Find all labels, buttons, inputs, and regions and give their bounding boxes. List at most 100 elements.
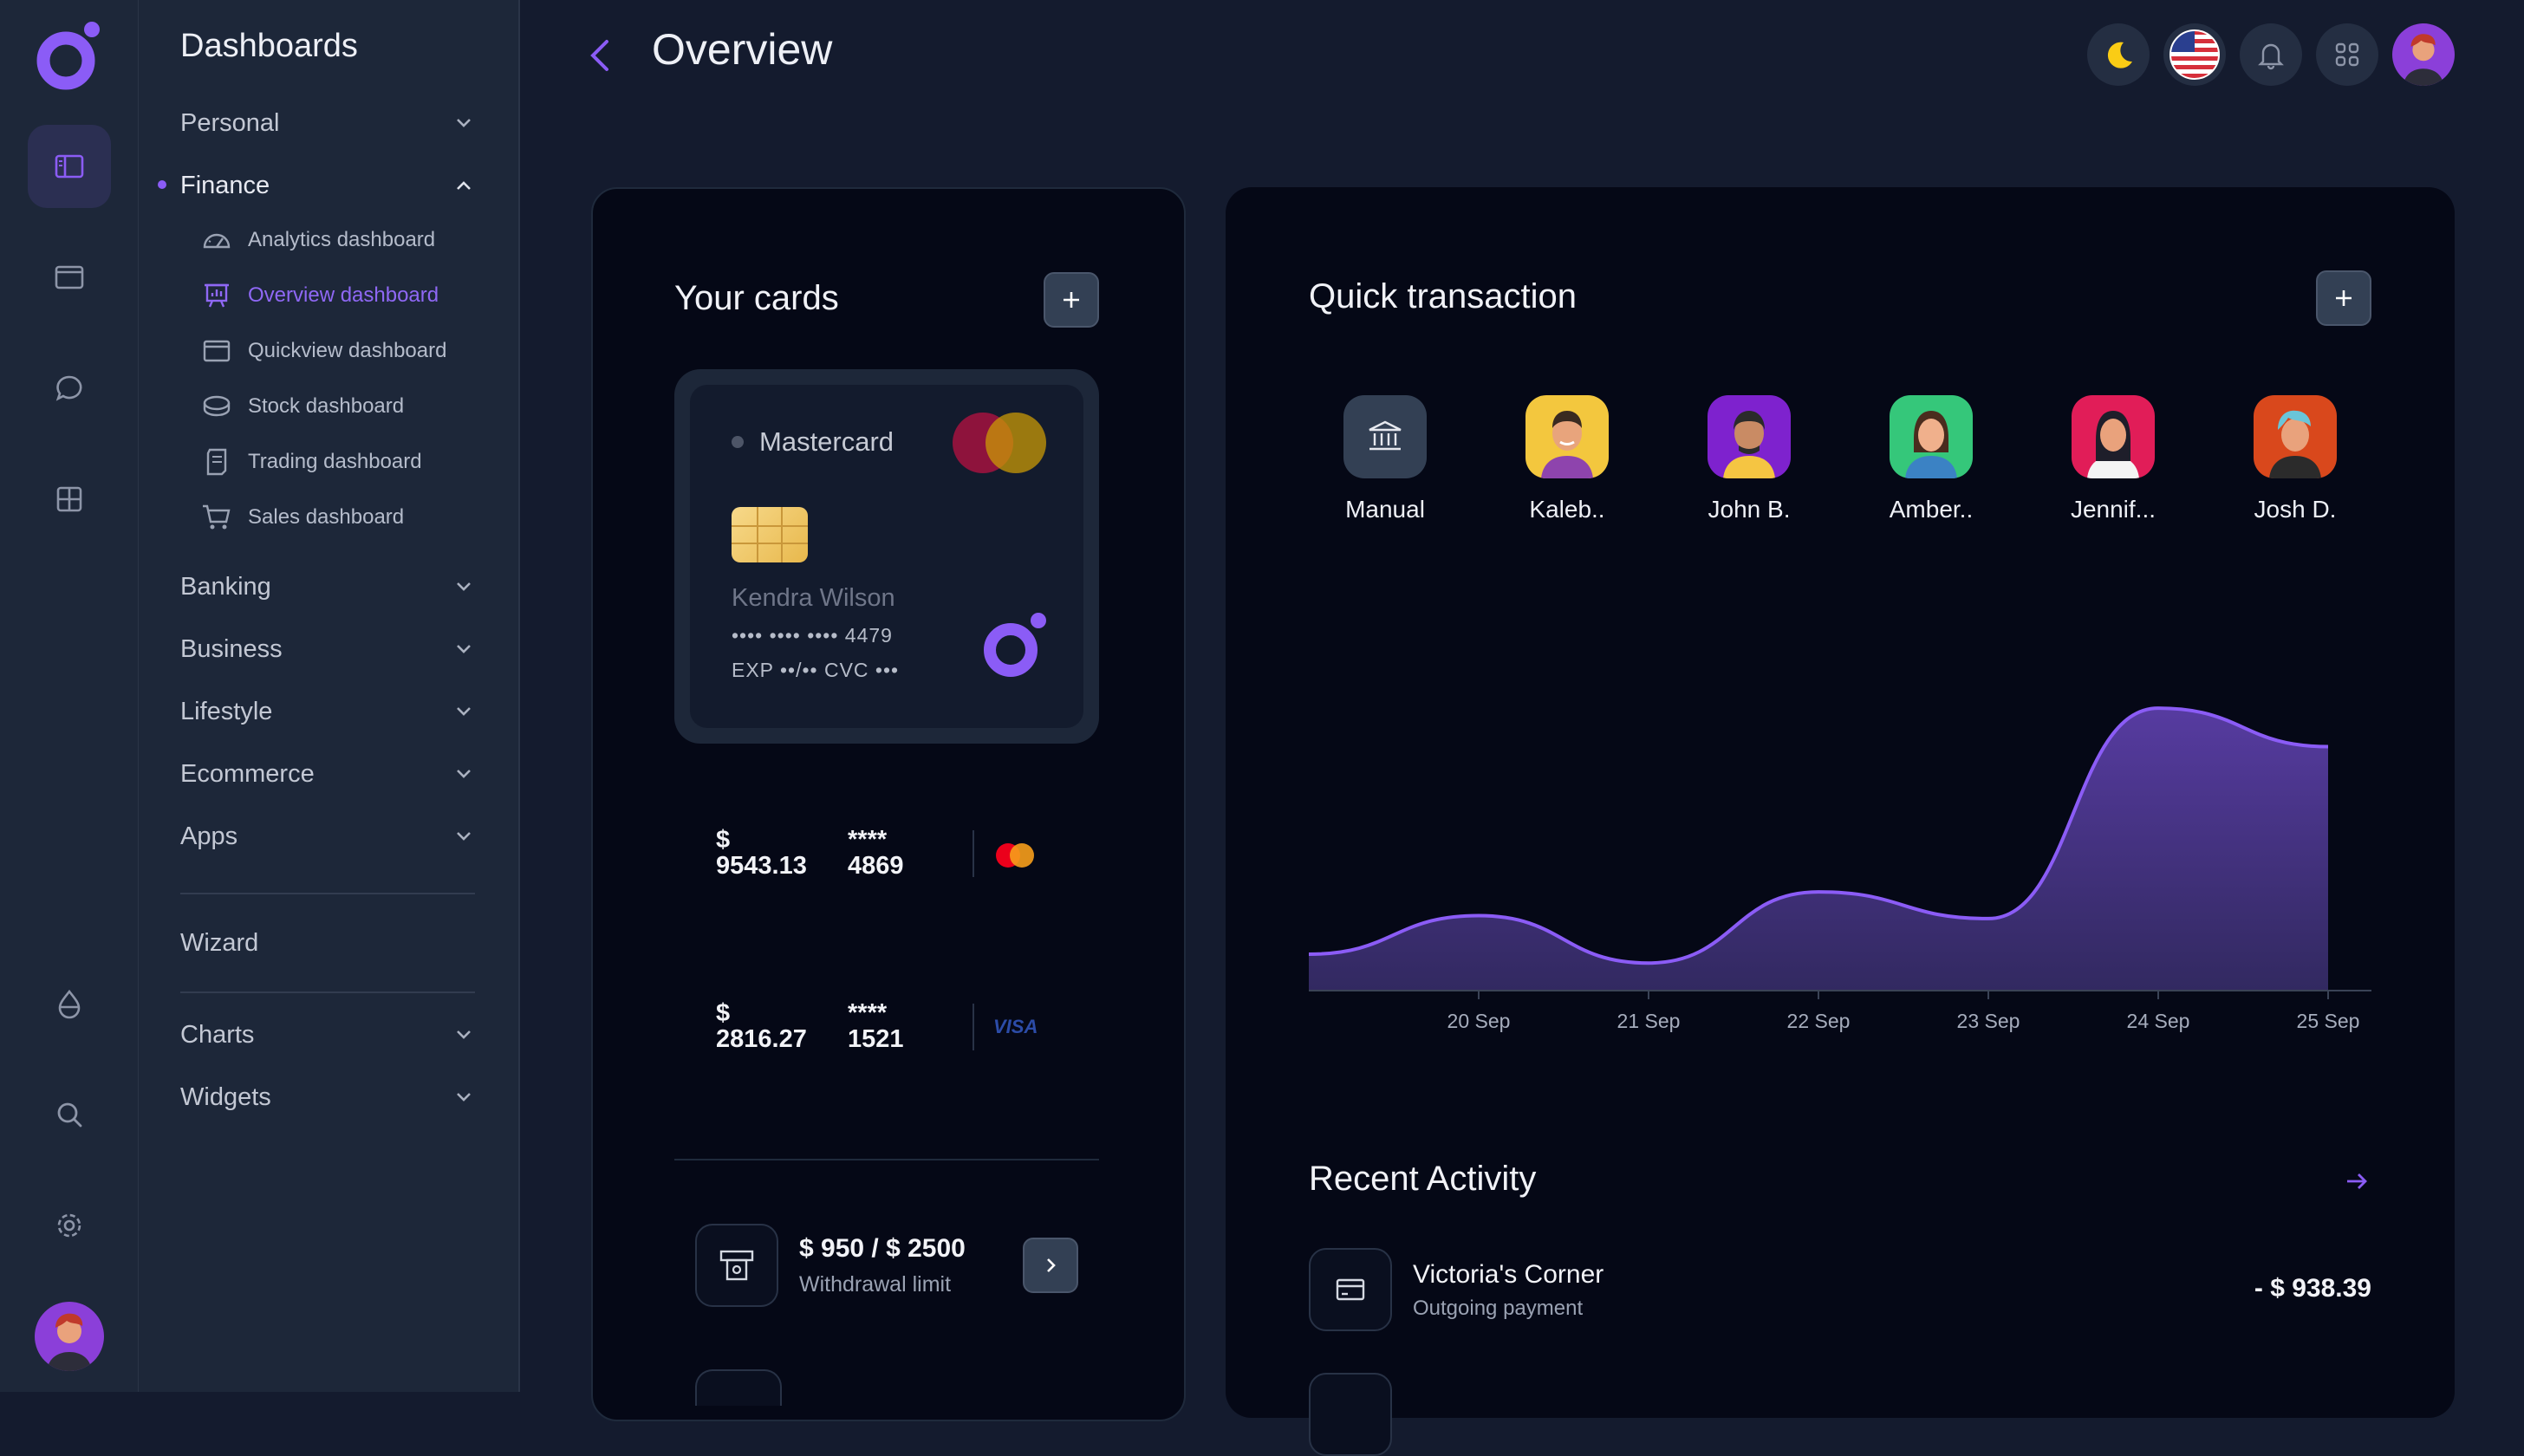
apps-grid-icon — [2335, 42, 2359, 67]
withdrawal-amount: $ 950 / $ 2500 — [799, 1234, 966, 1263]
quick-transaction-title: Quick transaction — [1309, 277, 1578, 315]
sidebar-item-label: Analytics dashboard — [248, 228, 436, 251]
apps-button[interactable] — [2316, 23, 2378, 86]
sidebar-group-ecommerce[interactable]: Ecommerce — [180, 752, 475, 796]
theme-rail-button[interactable] — [28, 962, 111, 1045]
sidebar-item-analytics-dashboard[interactable]: Analytics dashboard — [201, 223, 435, 257]
contact-avatar — [1708, 395, 1791, 478]
chevron-down-icon — [457, 1093, 471, 1102]
plus-icon — [1064, 292, 1079, 308]
window-icon — [55, 265, 84, 289]
contact-avatar — [2254, 395, 2337, 478]
contact-john[interactable]: John B. — [1675, 395, 1823, 534]
contact-amber[interactable]: Amber.. — [1857, 395, 2005, 534]
chart-x-tick-label: 20 Sep — [1447, 1010, 1511, 1032]
sidebar-group-label: Finance — [180, 171, 270, 199]
card-app-logo — [979, 608, 1052, 681]
account-divider — [973, 830, 974, 877]
sidebar-item-label: Trading dashboard — [248, 450, 422, 473]
activity-type: Outgoing payment — [1413, 1297, 1584, 1320]
sidebar-group-label: Banking — [180, 572, 271, 601]
sidebar-divider — [180, 893, 475, 894]
contact-manual[interactable]: Manual — [1311, 395, 1459, 534]
account-row[interactable]: $2816.27 **** 1521 VISA — [716, 1000, 1063, 1069]
chevron-down-icon — [457, 582, 471, 591]
sidebar-item-stock-dashboard[interactable]: Stock dashboard — [201, 389, 404, 424]
sidebar-group-widgets[interactable]: Widgets — [180, 1076, 475, 1119]
contact-josh[interactable]: Josh D. — [2222, 395, 2369, 534]
contact-name: Kaleb.. — [1529, 496, 1605, 523]
header-user-avatar[interactable] — [2392, 23, 2455, 86]
receipt-icon — [201, 446, 232, 478]
sidebar-group-business[interactable]: Business — [180, 627, 475, 671]
activity-amount: - $ 938.39 — [2254, 1274, 2371, 1303]
withdrawal-next-button[interactable] — [1023, 1238, 1078, 1293]
back-button[interactable] — [582, 33, 617, 78]
account-row[interactable]: $9543.13 **** 4869 — [716, 827, 1063, 896]
credit-card-icon — [1309, 1248, 1392, 1331]
card-brand: Mastercard — [759, 426, 894, 457]
us-flag-icon — [2169, 29, 2220, 80]
sidebar-group-apps[interactable]: Apps — [180, 815, 475, 858]
sidebar-group-label: Lifestyle — [180, 697, 273, 725]
add-card-button[interactable] — [1044, 272, 1099, 328]
chevron-down-icon — [457, 645, 471, 653]
sidebar-group-banking[interactable]: Banking — [180, 565, 475, 608]
widgets-rail-button[interactable] — [28, 458, 111, 541]
sidebar-item-overview-dashboard[interactable]: Overview dashboard — [201, 278, 439, 313]
layouts-rail-button[interactable] — [28, 236, 111, 319]
transactions-area-chart: 20 Sep 21 Sep 22 Sep 23 Sep 24 Sep 25 Sep — [1309, 706, 2371, 1032]
settings-rail-button[interactable] — [28, 1184, 111, 1267]
account-balance: $2816.27 — [716, 999, 807, 1053]
sidebar-group-label: Charts — [180, 1020, 255, 1049]
sidebar-group-lifestyle[interactable]: Lifestyle — [180, 690, 475, 733]
search-icon — [57, 1102, 82, 1128]
messages-rail-button[interactable] — [28, 347, 111, 430]
sidebar-item-sales-dashboard[interactable]: Sales dashboard — [201, 500, 404, 535]
sidebar-group-label: Personal — [180, 108, 280, 137]
sidebar-group-charts[interactable]: Charts — [180, 1013, 475, 1056]
language-button[interactable] — [2163, 23, 2226, 86]
sidebar-group-personal[interactable]: Personal — [180, 101, 475, 145]
chevron-left-icon — [590, 40, 608, 71]
search-rail-button[interactable] — [28, 1073, 111, 1156]
chart-x-tick-label: 25 Sep — [2297, 1010, 2360, 1032]
chart-x-tick-label: 23 Sep — [1957, 1010, 2020, 1032]
card-holder-name: Kendra Wilson — [732, 584, 895, 612]
sidebar-layout-icon — [55, 154, 84, 179]
cards-divider — [674, 1159, 1099, 1160]
bank-icon — [1343, 395, 1427, 478]
sidebar-item-trading-dashboard[interactable]: Trading dashboard — [201, 445, 422, 479]
contact-kaleb[interactable]: Kaleb.. — [1493, 395, 1641, 534]
gauge-icon — [201, 224, 232, 256]
withdrawal-icon-box — [695, 1224, 778, 1307]
sidebar-item-label: Sales dashboard — [248, 505, 405, 529]
activity-icon-box — [1309, 1373, 1392, 1456]
sidebar-group-label: Apps — [180, 822, 238, 850]
sidebar-item-label: Stock dashboard — [248, 394, 405, 418]
user-avatar[interactable] — [35, 1302, 104, 1371]
activity-row[interactable]: Victoria's Corner Outgoing payment - $ 9… — [1309, 1248, 2371, 1331]
notifications-button[interactable] — [2240, 23, 2302, 86]
dashboards-rail-button[interactable] — [28, 125, 111, 208]
cards-title: Your cards — [674, 279, 839, 317]
arrow-right-icon — [2347, 1173, 2367, 1189]
sidebar-group-finance[interactable]: Finance — [180, 164, 475, 207]
app-logo[interactable] — [35, 19, 104, 92]
card-expiry-cvc: EXP ••/•• CVC ••• — [732, 659, 900, 681]
card-status-dot — [732, 436, 744, 448]
contact-name: Jennif... — [2070, 496, 2156, 523]
theme-toggle-button[interactable] — [2087, 23, 2150, 86]
card-number: •••• •••• •••• 4479 — [732, 624, 893, 647]
contact-avatar — [2072, 395, 2155, 478]
activity-row[interactable] — [1309, 1373, 2371, 1456]
contact-jennifer[interactable]: Jennif... — [2039, 395, 2187, 534]
account-number: **** 1521 — [848, 999, 904, 1053]
moon-icon — [2107, 42, 2132, 68]
sidebar-item-quickview-dashboard[interactable]: Quickview dashboard — [201, 334, 446, 368]
sidebar-item-wizard[interactable]: Wizard — [180, 921, 475, 965]
gear-icon — [57, 1213, 81, 1238]
recent-activity-view-all[interactable] — [2342, 1167, 2371, 1196]
chevron-down-icon — [457, 770, 471, 778]
add-transaction-button[interactable] — [2316, 270, 2371, 326]
